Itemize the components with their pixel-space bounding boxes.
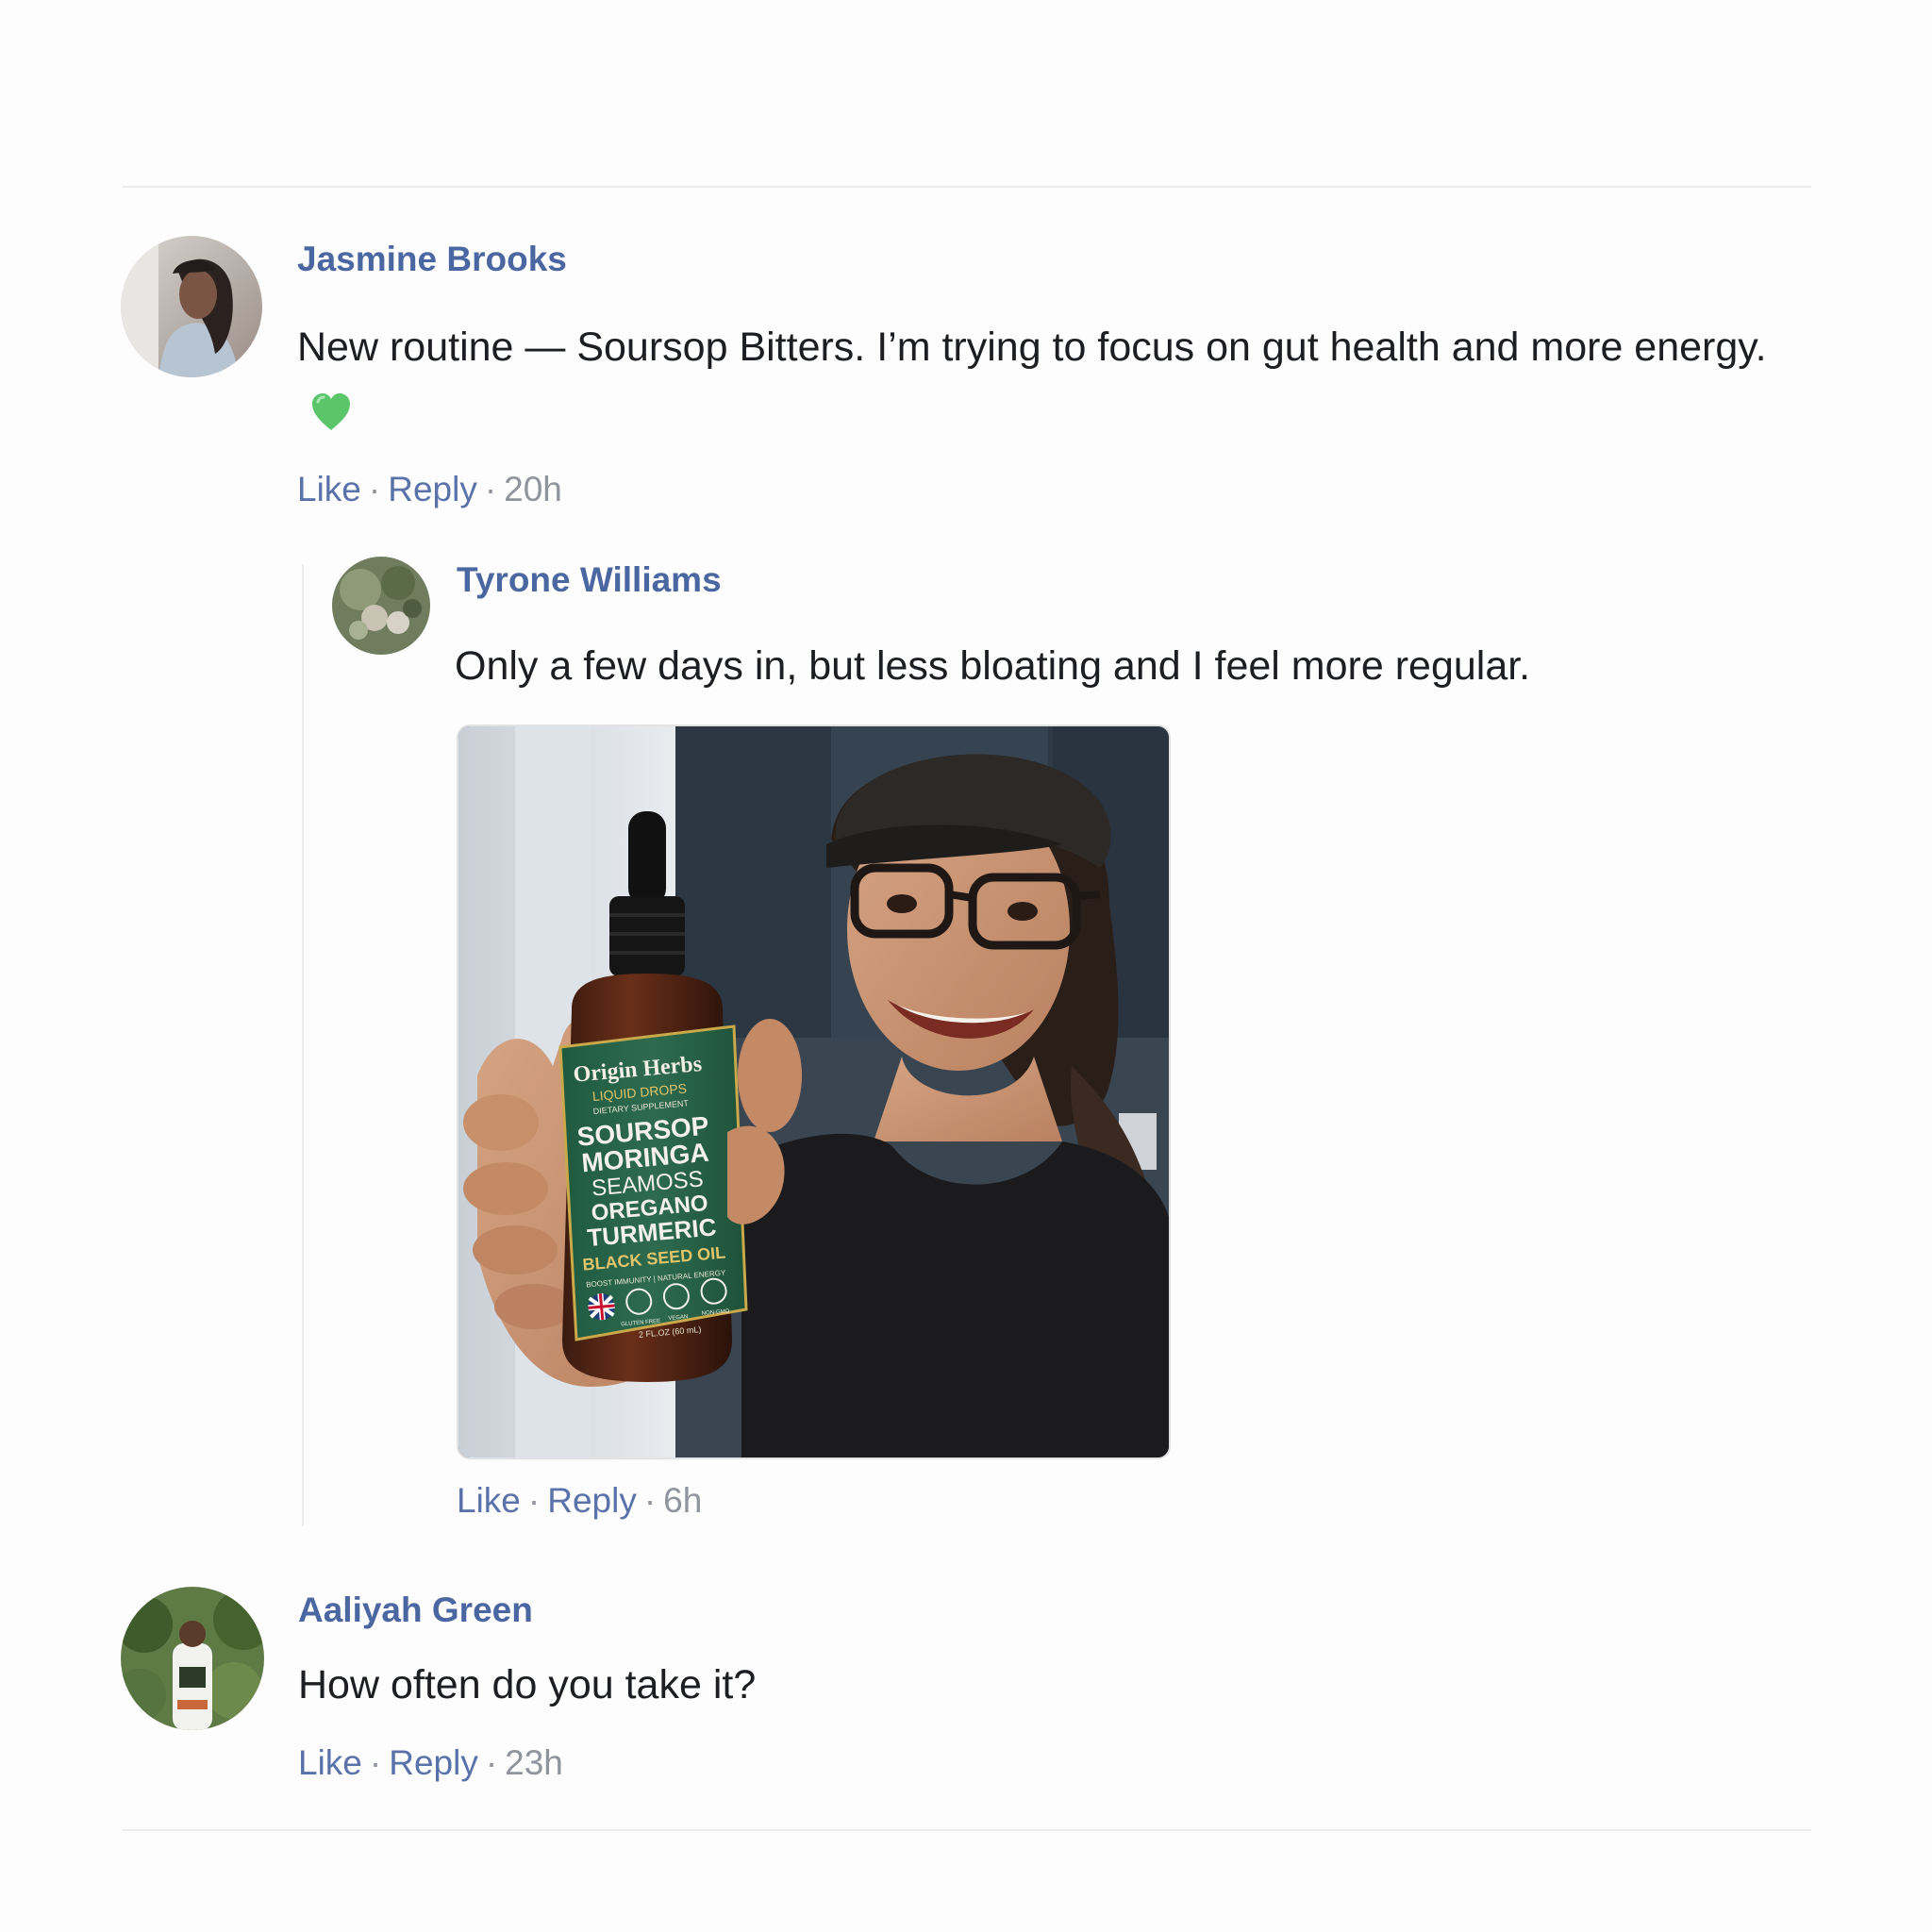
avatar[interactable] (121, 236, 262, 377)
comment-actions: Like · Reply · 20h (297, 470, 562, 509)
author-name[interactable]: Aaliyah Green (298, 1591, 533, 1630)
comment-text: New routine — Soursop Bitters. I’m tryin… (297, 315, 1807, 451)
reply-link[interactable]: Reply (389, 1743, 478, 1782)
reply-link[interactable]: Reply (388, 470, 477, 508)
timestamp[interactable]: 6h (663, 1481, 702, 1520)
avatar[interactable] (332, 557, 430, 655)
green-heart-icon (310, 387, 352, 451)
separator: · (643, 1481, 657, 1520)
separator: · (484, 470, 497, 508)
attached-photo[interactable]: Origin Herbs LIQUID DROPS DIETARY SUPPLE… (457, 724, 1171, 1459)
product-photo: Origin Herbs LIQUID DROPS DIETARY SUPPLE… (458, 726, 1169, 1457)
author-name[interactable]: Jasmine Brooks (297, 240, 567, 279)
reply-link[interactable]: Reply (547, 1481, 637, 1520)
separator: · (527, 1481, 541, 1520)
comment-text: Only a few days in, but less bloating an… (455, 643, 1531, 689)
comment-thread: Jasmine Brooks New routine — Soursop Bit… (0, 0, 1932, 1932)
author-name[interactable]: Tyrone Williams (457, 560, 722, 600)
avatar[interactable] (121, 1587, 264, 1730)
like-link[interactable]: Like (298, 1743, 362, 1782)
bottom-divider (123, 1829, 1811, 1831)
timestamp[interactable]: 23h (505, 1743, 563, 1782)
separator: · (369, 1743, 382, 1782)
top-divider (123, 186, 1811, 188)
separator: · (368, 470, 381, 508)
reply-thread-line (302, 564, 304, 1526)
timestamp[interactable]: 20h (504, 470, 562, 508)
like-link[interactable]: Like (457, 1481, 521, 1520)
like-link[interactable]: Like (297, 470, 361, 508)
comment-text-content: New routine — Soursop Bitters. I’m tryin… (297, 325, 1767, 370)
comment-actions: Like · Reply · 6h (457, 1481, 702, 1521)
comment-text: How often do you take it? (298, 1662, 757, 1707)
separator: · (485, 1743, 498, 1782)
comment-actions: Like · Reply · 23h (298, 1743, 563, 1783)
